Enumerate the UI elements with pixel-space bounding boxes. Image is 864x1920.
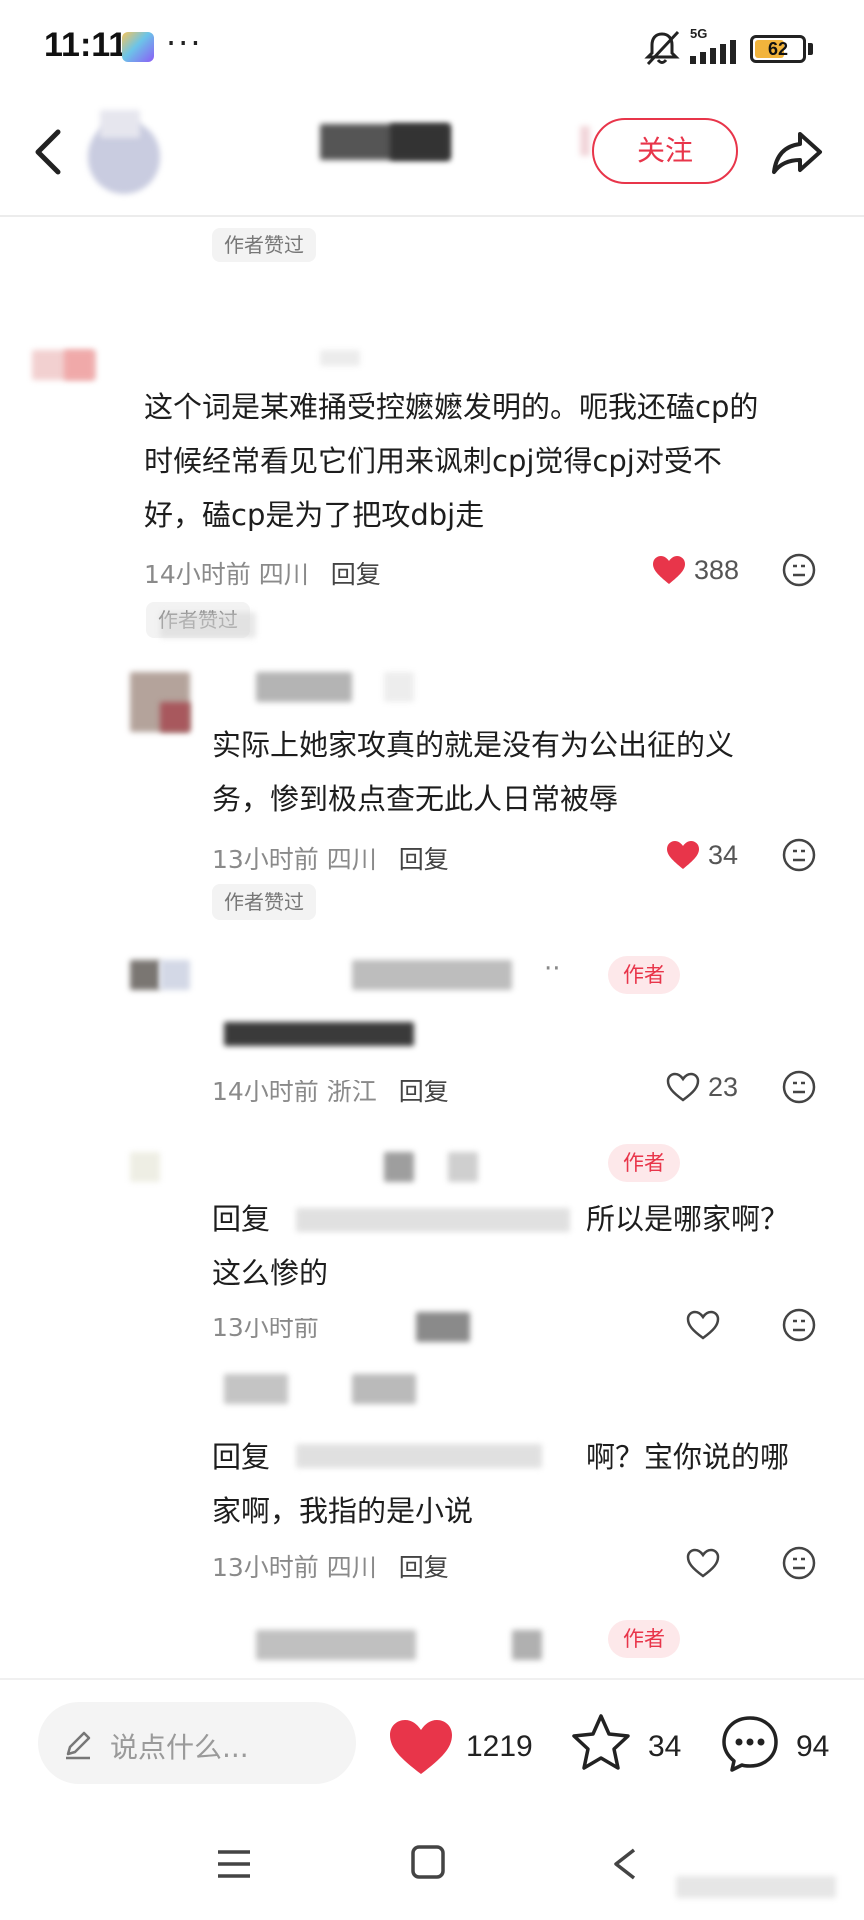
- meta-redacted: [416, 1312, 470, 1342]
- reply-button[interactable]: 回复: [399, 1080, 449, 1106]
- back-icon[interactable]: [30, 128, 64, 176]
- watermark: [676, 1876, 836, 1898]
- author-badge: 作者: [608, 1144, 680, 1182]
- emoji-icon[interactable]: [782, 838, 816, 872]
- comment-time: 13小时前: [212, 1553, 319, 1582]
- author-liked-badge: 作者赞过: [212, 228, 316, 262]
- username[interactable]: [224, 1374, 288, 1404]
- username-part: [352, 1374, 416, 1404]
- username[interactable]: [256, 672, 352, 702]
- like-total: 1219: [466, 1730, 533, 1763]
- status-time: 11:11: [44, 26, 128, 64]
- emoji-icon[interactable]: [782, 1546, 816, 1580]
- comment-time: 13小时前: [212, 1313, 319, 1342]
- heart-icon[interactable]: [686, 1310, 720, 1340]
- author-badge: 作者: [608, 956, 680, 994]
- comment-text-line: 好，磕cp是为了把攻dbj走: [144, 498, 485, 532]
- avatar-part: [160, 702, 190, 732]
- username-dots: ··: [544, 954, 561, 984]
- comment-total: 94: [796, 1730, 830, 1763]
- battery-level-text: 62: [767, 39, 789, 59]
- comment-time: 14小时前: [144, 560, 251, 589]
- badge-overlay: [160, 612, 256, 638]
- star-total: 34: [648, 1730, 682, 1763]
- reply-button[interactable]: 回复: [399, 1553, 449, 1582]
- avatar-part: [160, 960, 190, 990]
- comment-input-placeholder: 说点什么...: [110, 1731, 249, 1764]
- comment-text-line: 家啊，我指的是小说: [212, 1494, 474, 1528]
- comment-time: 14小时前: [212, 1077, 319, 1106]
- comment-text-line: 这个词是某难捅受控嬷嬷发明的。呃我还磕cp的: [144, 390, 759, 424]
- avatar-overlay: [100, 110, 140, 138]
- author-liked-badge: 作者赞过: [212, 884, 316, 920]
- heart-icon[interactable]: [652, 555, 686, 585]
- like-count: 34: [708, 840, 739, 870]
- network-label: 5G: [690, 26, 708, 41]
- home-icon[interactable]: [410, 1844, 446, 1880]
- app-notification-icon: [122, 32, 154, 62]
- battery-cap: [808, 43, 813, 55]
- comment-meta: 13小时前 四川 回复: [212, 1548, 449, 1584]
- heart-icon[interactable]: [686, 1548, 720, 1578]
- comment-location: 浙江: [326, 1077, 377, 1106]
- comment-text-line: 实际上她家攻真的就是没有为公出征的义: [212, 728, 735, 762]
- reply-target-redacted: [296, 1444, 542, 1468]
- username-part: [448, 1152, 478, 1182]
- author-name-part: [390, 124, 450, 160]
- follow-button[interactable]: 关注: [592, 118, 738, 184]
- star-icon[interactable]: [570, 1712, 632, 1774]
- username[interactable]: [352, 960, 512, 990]
- comment-icon[interactable]: [720, 1714, 780, 1774]
- back-nav-icon[interactable]: [610, 1846, 640, 1882]
- comment-text-line: 啊？宝你说的哪: [586, 1440, 790, 1474]
- like-count: 388: [694, 555, 740, 585]
- comment-location: 四川: [258, 560, 309, 589]
- comment-text-redacted: [224, 1022, 414, 1046]
- emoji-icon[interactable]: [782, 1308, 816, 1342]
- pencil-icon: [66, 1731, 91, 1760]
- reply-prefix: 回复: [212, 1440, 271, 1474]
- heart-icon[interactable]: [666, 840, 700, 870]
- battery-icon: 62: [750, 35, 806, 63]
- heart-icon[interactable]: [666, 1072, 700, 1102]
- reply-target-redacted: [296, 1208, 570, 1232]
- comment-text-line: 时候经常看见它们用来讽刺cpj觉得cpj对受不: [144, 444, 722, 478]
- username[interactable]: [384, 1152, 414, 1182]
- comment-location: 四川: [326, 1553, 377, 1582]
- avatar[interactable]: [130, 1152, 160, 1182]
- share-icon[interactable]: [770, 128, 824, 176]
- comment-meta: 13小时前: [212, 1313, 319, 1344]
- comment-time: 13小时前: [212, 845, 319, 874]
- username-part: [512, 1630, 542, 1660]
- like-count: 23: [708, 1072, 739, 1102]
- comment-text-line: 这么惨的: [212, 1256, 329, 1290]
- username-part: [384, 672, 414, 702]
- comment-text-line: 务，惨到极点查无此人日常被辱: [212, 782, 619, 816]
- header-decoration: [580, 126, 590, 156]
- avatar[interactable]: [130, 960, 160, 990]
- comment-text-line: 所以是哪家啊？: [586, 1202, 790, 1236]
- reply-button[interactable]: 回复: [399, 845, 449, 874]
- username[interactable]: [256, 1630, 416, 1660]
- heart-icon[interactable]: [388, 1718, 454, 1776]
- avatar-part: [64, 350, 94, 380]
- emoji-icon[interactable]: [782, 553, 816, 587]
- comment-meta: 13小时前 四川 回复: [212, 840, 449, 876]
- bottom-divider: [0, 1678, 864, 1680]
- comment-meta: 14小时前 浙江 回复: [212, 1077, 449, 1108]
- menu-icon[interactable]: [216, 1848, 252, 1880]
- header-divider: [0, 215, 864, 217]
- reply-prefix: 回复: [212, 1202, 271, 1236]
- emoji-icon[interactable]: [782, 1070, 816, 1104]
- username[interactable]: [320, 350, 360, 366]
- reply-button[interactable]: 回复: [331, 560, 381, 589]
- comment-meta: 14小时前 四川 回复: [144, 555, 381, 591]
- comment-location: 四川: [326, 845, 377, 874]
- signal-icon: [690, 40, 736, 64]
- status-more-dots: ···: [166, 24, 203, 62]
- mute-icon: [644, 30, 680, 66]
- author-badge: 作者: [608, 1620, 680, 1658]
